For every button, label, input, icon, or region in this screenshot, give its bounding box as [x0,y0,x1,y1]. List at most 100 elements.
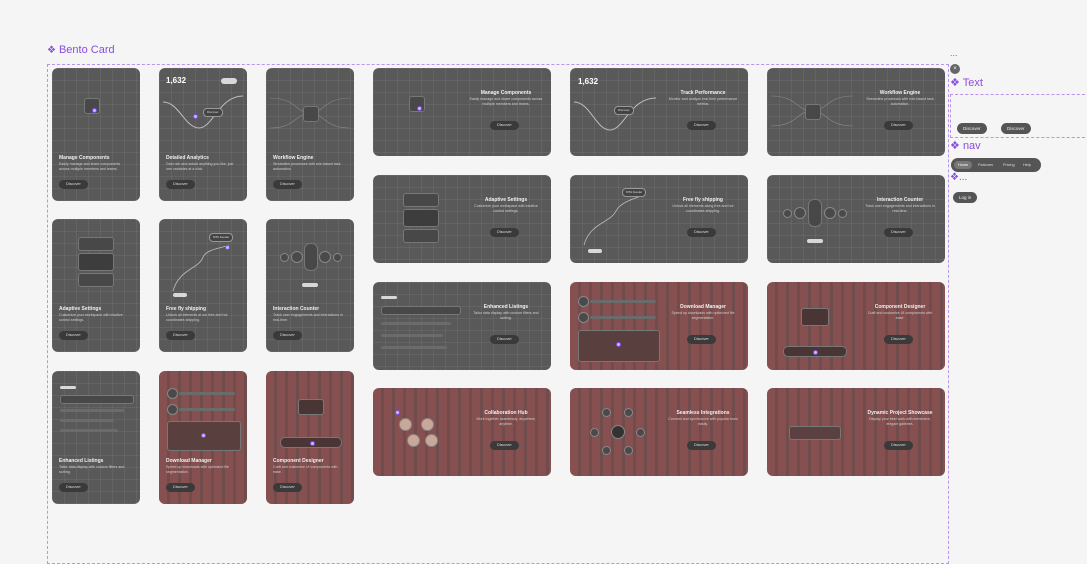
discover-button[interactable]: Discover [1001,123,1031,134]
discover-button[interactable]: Discover [490,121,519,130]
card-title: Component Designer [273,458,324,464]
card-title: Enhanced Listings [59,458,104,464]
search-bar [60,395,134,404]
discover-button[interactable]: Discover [687,121,716,130]
setting-slab-active [78,253,114,271]
card-download-manager[interactable]: Download Manager Speed up downloads with… [159,371,247,504]
wide-card-dynamic-project-showcase[interactable]: Dynamic Project Showcase Display your be… [767,388,945,476]
analytics-value: 1,632 [166,76,187,85]
card-description: Customize your workspace with intuitive … [474,204,538,213]
card-title: Track Performance [680,90,726,96]
wide-card-track-performance[interactable]: 1,632 Discover Track Performance Monitor… [570,68,748,156]
card-description: Tailor data display with custom filters … [59,465,125,474]
wide-card-workflow-engine[interactable]: Workflow Engine Streamline processes wit… [767,68,945,156]
component-icon: ❖ [950,77,960,89]
discover-button[interactable]: Discover [884,121,913,130]
discover-button[interactable]: Discover [490,441,519,450]
integration-hub-icon [611,425,625,439]
nav-item-home[interactable]: Home [954,161,973,169]
cursor-icon [417,106,422,111]
card-title: Enhanced Listings [483,304,529,310]
text-component-label[interactable]: ❖ Text [950,76,983,89]
card-title: Workflow Engine [273,155,314,161]
card-title: Manage Components [59,155,110,161]
card-description: Craft and customize UI components with e… [273,465,338,474]
discover-button[interactable]: Discover [166,180,195,189]
cursor-icon [92,108,97,113]
discover-button[interactable]: Discover [59,483,88,492]
nav-component-label[interactable]: ❖ nav [950,139,981,152]
dots-component-label[interactable]: ❖... [950,172,967,183]
wide-card-component-designer[interactable]: Component Designer Craft and customize U… [767,282,945,370]
analytics-value: 1,632 [578,77,599,86]
performance-curve [573,97,657,131]
card-description: Easily manage and share components acros… [469,97,543,106]
nav-item-features[interactable]: Features [974,161,997,169]
discover-button[interactable]: Discover [687,335,716,344]
wide-card-download-manager[interactable]: Download Manager Speed up downloads with… [570,282,748,370]
card-interaction-counter[interactable]: Interaction Counter Track user engagemen… [266,219,354,352]
nav-item-help[interactable]: Help [1019,161,1035,169]
discover-button[interactable]: Discover [490,228,519,237]
discover-button[interactable]: Discover [687,441,716,450]
card-title: Download Manager [166,458,212,464]
card-title: Dynamic Project Showcase [867,410,933,416]
card-title: Detailed Analytics [166,155,209,161]
card-component-designer[interactable]: Component Designer Craft and customize U… [266,371,354,504]
card-title: Free fly shipping [682,197,723,203]
discover-button[interactable]: Discover [273,180,302,189]
card-description: Connect and synchronize with popular too… [668,417,738,426]
discover-button[interactable]: Discover [273,483,302,492]
showcase-gallery [789,426,841,440]
wide-card-adaptive-settings[interactable]: Adaptive Settings Customize your workspa… [373,175,551,263]
frame-title[interactable]: ❖ Bento Card [47,44,115,56]
card-detailed-analytics[interactable]: 1,632 Discover Detailed Analytics Gain r… [159,68,247,201]
card-free-fly-shipping[interactable]: MTA Feeder Free fly shipping Unlock all … [159,219,247,352]
discover-button[interactable]: Discover [166,331,195,340]
discover-button[interactable]: Discover [884,441,913,450]
avatar [407,434,420,447]
wide-card-seamless-integrations[interactable]: Seamless Integrations Connect and synchr… [570,388,748,476]
location-chip: MTA Feeder [622,188,647,197]
discover-button[interactable]: Discover [490,335,519,344]
discover-button[interactable]: Discover [957,123,987,134]
card-title: Manage Components [480,90,532,96]
counter-pill [304,243,318,271]
card-description: Tailor data display with custom filters … [473,311,539,320]
avatar [399,418,412,431]
card-title: Free fly shipping [166,306,207,312]
component-icon: ❖ [950,140,960,152]
discover-button[interactable]: Discover [166,483,195,492]
close-icon[interactable]: × [950,64,960,74]
log-in-button[interactable]: Log in [953,192,978,203]
avatar [425,434,438,447]
card-enhanced-listings[interactable]: Enhanced Listings Tailor data display wi… [52,371,140,504]
card-description: Display your best work with immersive, e… [869,417,931,426]
card-description: Easily manage and share components acros… [59,162,121,171]
discover-button[interactable]: Discover [884,335,913,344]
card-manage-components[interactable]: Manage Components Easily manage and shar… [52,68,140,201]
discover-button[interactable]: Discover [59,180,88,189]
discover-button[interactable]: Discover [273,331,302,340]
discover-button[interactable]: Discover [884,228,913,237]
discover-button[interactable]: Discover [59,331,88,340]
cursor-icon [616,342,621,347]
wide-card-manage-components[interactable]: Manage Components Easily manage and shar… [373,68,551,156]
tooltip-chip: Discover [203,108,223,117]
wide-card-enhanced-listings[interactable]: Enhanced Listings Tailor data display wi… [373,282,551,370]
card-workflow-engine[interactable]: Workflow Engine Streamline processes wit… [266,68,354,201]
card-title: Collaboration Hub [484,410,528,416]
nav-item-pricing[interactable]: Pricing [999,161,1019,169]
card-description: Work together seamlessly, anywhere, anyt… [476,417,536,426]
card-description: Streamline processes with rule-based tas… [273,162,341,171]
designer-component [298,399,324,415]
wide-card-collaboration-hub[interactable]: Collaboration Hub Work together seamless… [373,388,551,476]
more-options[interactable]: ... [950,48,958,58]
wide-card-interaction-counter[interactable]: Interaction Counter Track user engagemen… [767,175,945,263]
location-chip: MTA Feeder [209,233,234,242]
wide-card-free-fly-shipping[interactable]: MTA Feeder Free fly shipping Unlock all … [570,175,748,263]
card-description: Monitor and analyze real-time performanc… [668,97,738,106]
discover-button[interactable]: Discover [687,228,716,237]
card-adaptive-settings[interactable]: Adaptive Settings Customize your workspa… [52,219,140,352]
cursor-icon [201,433,206,438]
